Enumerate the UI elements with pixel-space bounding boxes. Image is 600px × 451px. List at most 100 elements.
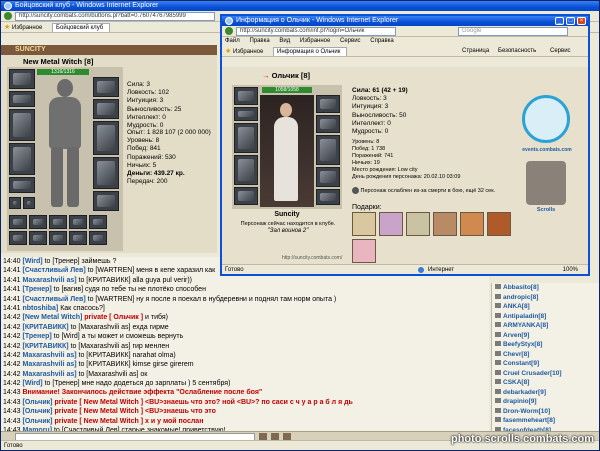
popup-zoom[interactable]: 100% bbox=[563, 265, 578, 274]
scrolls-logo-icon[interactable] bbox=[526, 161, 566, 205]
gift-6[interactable] bbox=[487, 212, 511, 236]
chat-timestamp[interactable]: 14:41 bbox=[3, 267, 21, 274]
security-menu[interactable]: Безопасность bbox=[498, 46, 536, 56]
online-user-name[interactable]: ANKA[8] bbox=[503, 303, 530, 310]
chat-nickname[interactable]: [Тренер] bbox=[22, 333, 51, 340]
online-user-name[interactable]: Cruel Crusader[10] bbox=[503, 370, 562, 377]
chat-nickname[interactable]: [Счастливый Лев] bbox=[22, 267, 85, 274]
chat-nickname[interactable]: Maxarashvili as] bbox=[22, 352, 76, 359]
popup-slot-boots[interactable] bbox=[316, 189, 340, 205]
quickslot-3[interactable] bbox=[49, 215, 67, 229]
online-user[interactable]: debarkader[9] bbox=[495, 388, 599, 398]
menu-view[interactable]: Вид bbox=[279, 38, 290, 44]
quickslot-6[interactable] bbox=[9, 231, 27, 245]
chat-timestamp[interactable]: 14:43 bbox=[3, 408, 21, 415]
slot-legs[interactable] bbox=[93, 157, 119, 189]
online-user[interactable]: fasemmeheart[8] bbox=[495, 416, 599, 426]
online-user-name[interactable]: fasemmeheart[8] bbox=[503, 417, 555, 424]
gift-1[interactable] bbox=[352, 212, 376, 236]
online-user[interactable]: drapinio[9] bbox=[495, 397, 599, 407]
chat-timestamp[interactable]: 14:41 bbox=[3, 286, 21, 293]
favorites-button[interactable]: ★ Избранное bbox=[225, 46, 263, 56]
slot-ring-2[interactable] bbox=[23, 197, 35, 209]
chat-timestamp[interactable]: 14:42 bbox=[3, 324, 21, 331]
online-user-name[interactable]: Dron-Worm[10] bbox=[503, 408, 550, 415]
back-icon[interactable] bbox=[4, 12, 12, 20]
chat-nickname[interactable]: [КРИТАВИКК] bbox=[22, 324, 68, 331]
popup-slot-bracers[interactable] bbox=[316, 95, 340, 113]
online-user[interactable]: andropic[8] bbox=[495, 293, 599, 303]
chat-timestamp[interactable]: 14:42 bbox=[3, 352, 21, 359]
gift-4[interactable] bbox=[433, 212, 457, 236]
popup-address-input[interactable]: http://suncity.combats.com/inf.pl?login=… bbox=[236, 27, 396, 36]
online-user[interactable]: Chevr[8] bbox=[495, 350, 599, 360]
chat-nickname[interactable]: nbtoshiba] bbox=[22, 305, 58, 312]
online-user-name[interactable]: CSKA[8] bbox=[503, 379, 529, 386]
quickslot-2[interactable] bbox=[29, 215, 47, 229]
tab-info[interactable]: Информация о Ольчик bbox=[273, 47, 348, 56]
online-user[interactable]: ANKA[8] bbox=[495, 302, 599, 312]
chat-timestamp[interactable]: 14:41 bbox=[3, 296, 21, 303]
quickslot-1[interactable] bbox=[9, 215, 27, 229]
online-user-name[interactable]: Abbasito[8] bbox=[503, 284, 539, 291]
popup-slot-gloves[interactable] bbox=[316, 115, 340, 133]
chat-nickname[interactable]: [КРИТАВИКК] bbox=[22, 343, 68, 350]
favorites-button[interactable]: ★ Избранное bbox=[4, 22, 42, 32]
online-user-name[interactable]: andropic[8] bbox=[503, 294, 538, 301]
slot-shield[interactable] bbox=[93, 121, 119, 155]
chat-timestamp[interactable]: 14:41 bbox=[3, 277, 21, 284]
close-button[interactable]: × bbox=[577, 17, 586, 25]
online-user-name[interactable]: Antipaladin[8] bbox=[503, 313, 546, 320]
maximize-button[interactable]: □ bbox=[566, 17, 575, 25]
slot-boots[interactable] bbox=[93, 191, 119, 211]
chat-nickname[interactable]: Maxarashvili as] bbox=[22, 361, 76, 368]
events-link[interactable]: events.combats.com bbox=[514, 147, 580, 153]
chat-timestamp[interactable]: 14:42 bbox=[3, 343, 21, 350]
quickslot-9[interactable] bbox=[69, 231, 87, 245]
online-user[interactable]: Arven[9] bbox=[495, 331, 599, 341]
online-user[interactable]: Dron-Worm[10] bbox=[495, 407, 599, 417]
chat-timestamp[interactable]: 14:43 bbox=[3, 399, 21, 406]
popup-slot-legs[interactable] bbox=[316, 167, 340, 187]
popup-slot-armor[interactable] bbox=[234, 155, 258, 185]
online-user-name[interactable]: debarkader[9] bbox=[503, 389, 546, 396]
chat-timestamp[interactable]: 14:43 bbox=[3, 418, 21, 425]
slot-weapon[interactable] bbox=[9, 109, 35, 141]
online-user-name[interactable]: drapinio[9] bbox=[503, 398, 537, 405]
online-user-name[interactable]: BeefyStyx[8] bbox=[503, 341, 542, 348]
chat-nickname[interactable]: [Счастливый Лев] bbox=[22, 296, 85, 303]
quickslot-10[interactable] bbox=[89, 231, 107, 245]
chat-timestamp[interactable]: 14:42 bbox=[3, 361, 21, 368]
popup-slot-weapon[interactable] bbox=[234, 123, 258, 153]
page-menu[interactable]: Страница bbox=[462, 46, 489, 56]
online-user-name[interactable]: Chevr[8] bbox=[503, 351, 529, 358]
slot-helmet[interactable] bbox=[9, 69, 35, 89]
popup-slot-shield[interactable] bbox=[316, 135, 340, 165]
quickslot-8[interactable] bbox=[49, 231, 67, 245]
back-icon[interactable] bbox=[225, 27, 233, 35]
chat-nickname[interactable]: [Ольчик] bbox=[22, 399, 52, 406]
chat-timestamp[interactable]: 14:42 bbox=[3, 371, 21, 378]
online-user[interactable]: Cruel Crusader[10] bbox=[495, 369, 599, 379]
chat-nickname[interactable]: [New Metal Witch] bbox=[22, 314, 82, 321]
popup-search-input[interactable]: Google bbox=[458, 27, 568, 36]
popup-slot-amulet[interactable] bbox=[234, 107, 258, 121]
gift-7[interactable] bbox=[352, 239, 376, 263]
menu-tools[interactable]: Сервис bbox=[340, 38, 361, 44]
chat-nickname[interactable]: [Ольчик] bbox=[22, 408, 52, 415]
chat-nickname[interactable]: [Тренер] bbox=[22, 286, 51, 293]
chat-timestamp[interactable]: 14:42 bbox=[3, 380, 21, 387]
scrolls-link[interactable]: Scrolls bbox=[520, 207, 572, 213]
slot-gloves[interactable] bbox=[93, 99, 119, 119]
tab-fight-club[interactable]: Бойцовский клуб bbox=[52, 23, 111, 32]
chat-timestamp[interactable]: 14:42 bbox=[3, 333, 21, 340]
online-user-name[interactable]: Arven[9] bbox=[503, 332, 529, 339]
quickslot-5[interactable] bbox=[89, 215, 107, 229]
online-user[interactable]: Abbasito[8] bbox=[495, 283, 599, 293]
chat-nickname[interactable]: Maxarashvili as] bbox=[22, 277, 76, 284]
quickslot-7[interactable] bbox=[29, 231, 47, 245]
popup-slot-helmet[interactable] bbox=[234, 87, 258, 105]
menu-favorites[interactable]: Избранное bbox=[300, 38, 330, 44]
chat-nickname[interactable]: [Ольчик] bbox=[22, 418, 52, 425]
menu-edit[interactable]: Правка bbox=[249, 38, 269, 44]
